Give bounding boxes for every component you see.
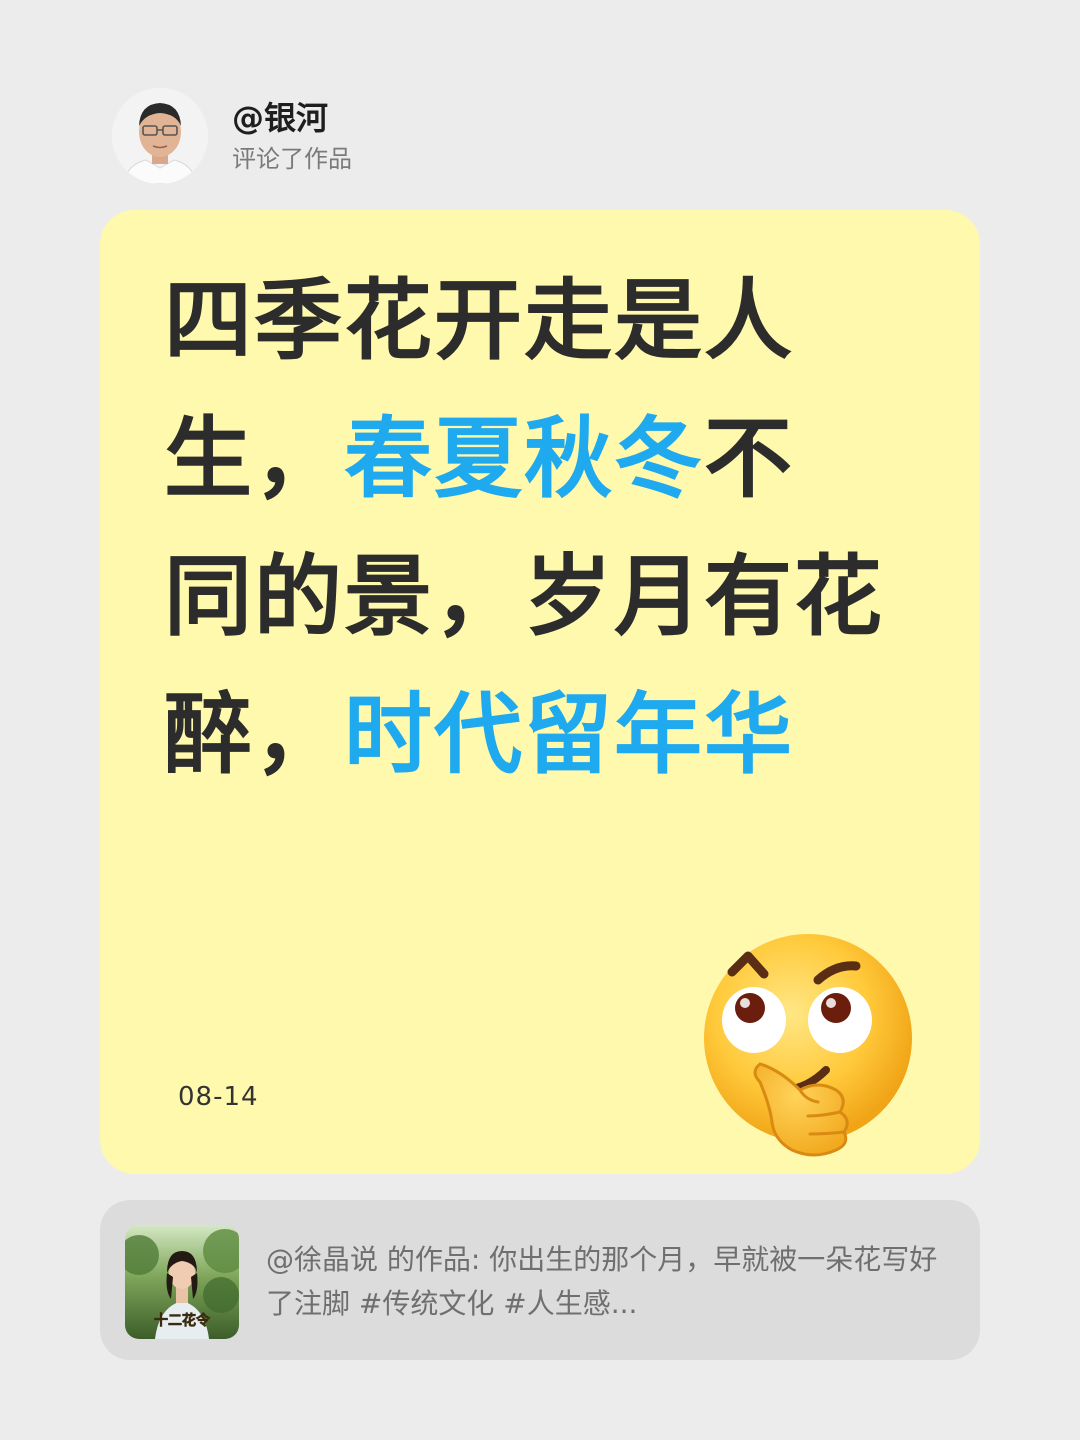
linked-work-card[interactable]: 十二花令 @徐晶说 的作品: 你出生的那个月，早就被一朵花写好了注脚 #传统文化… bbox=[100, 1200, 980, 1360]
username[interactable]: @银河 bbox=[232, 98, 352, 138]
user-meta: @银河 评论了作品 bbox=[232, 98, 352, 174]
work-thumbnail[interactable]: 十二花令 bbox=[125, 1225, 239, 1339]
thumbnail-caption: 十二花令 bbox=[154, 1312, 211, 1329]
avatar[interactable] bbox=[112, 88, 208, 184]
comment-author-header: @银河 评论了作品 bbox=[112, 88, 352, 184]
comment-text: 四季花开走是人生，春夏秋冬不同的景，岁月有花醉，时代留年华 bbox=[164, 252, 884, 804]
comment-segment-highlight: 春夏秋冬 bbox=[344, 407, 705, 510]
comment-date: 08-14 bbox=[178, 1082, 259, 1112]
comment-segment-highlight: 时代留年华 bbox=[344, 683, 795, 786]
thinking-face-icon bbox=[690, 930, 920, 1160]
action-text: 评论了作品 bbox=[232, 145, 352, 173]
comment-card: 四季花开走是人生，春夏秋冬不同的景，岁月有花醉，时代留年华 08-14 bbox=[100, 210, 980, 1174]
work-description[interactable]: @徐晶说 的作品: 你出生的那个月，早就被一朵花写好了注脚 #传统文化 #人生感… bbox=[266, 1238, 946, 1326]
